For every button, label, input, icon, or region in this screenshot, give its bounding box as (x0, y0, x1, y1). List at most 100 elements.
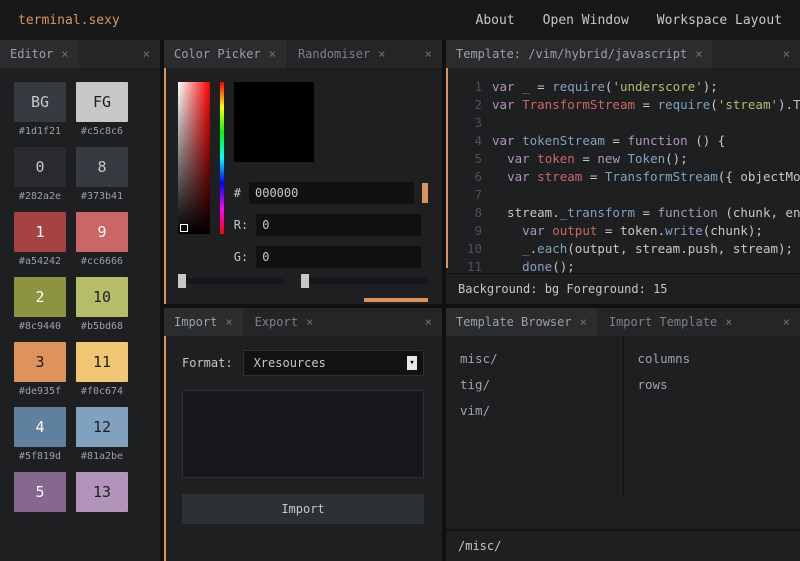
swatch-cell[interactable]: 0 #282a2e (14, 147, 66, 202)
template-tab[interactable]: Template: /vim/hybrid/javascript × (446, 40, 712, 68)
close-icon[interactable]: × (725, 315, 732, 329)
swatch-hex: #373b41 (81, 191, 123, 202)
swatch-cell[interactable]: 5 (14, 472, 66, 516)
nav: About Open Window Workspace Layout (476, 13, 782, 28)
hue-slider[interactable] (220, 82, 223, 234)
swatch: 3 (14, 342, 66, 382)
r-label: R: (234, 218, 248, 232)
swatch-hex: #8c9440 (19, 321, 61, 332)
template-tab-label: Template: /vim/hybrid/javascript (456, 47, 687, 61)
swatch: 11 (76, 342, 128, 382)
swatch: 0 (14, 147, 66, 187)
browser-panel: Template Browser × Import Template × × m… (446, 308, 800, 561)
swatch-grid: BG#1d1f21FG#c5c8c60 #282a2e 8#373b411#a542… (0, 68, 160, 530)
hex-input[interactable] (249, 182, 414, 204)
swatch: 4 (14, 407, 66, 447)
swatch-cell[interactable]: 3 #de935f (14, 342, 66, 397)
brand: terminal.sexy (18, 13, 120, 28)
nav-about[interactable]: About (476, 13, 515, 28)
swatch: 1 (14, 212, 66, 252)
export-tab[interactable]: Export × (245, 308, 324, 336)
format-label: Format: (182, 356, 233, 370)
swatch-hex: #f0c674 (81, 386, 123, 397)
chevron-down-icon: ▾ (407, 356, 417, 370)
import-tab[interactable]: Import × (164, 308, 243, 336)
close-icon[interactable]: × (425, 47, 432, 61)
close-icon[interactable]: × (306, 315, 313, 329)
swatch-hex: #de935f (19, 386, 61, 397)
browser-path: /misc/ (446, 529, 800, 561)
close-icon[interactable]: × (783, 47, 790, 61)
randomiser-tab[interactable]: Randomiser × (288, 40, 395, 68)
template-browser-tab[interactable]: Template Browser × (446, 308, 597, 336)
accent-bar (422, 183, 428, 203)
format-select[interactable]: Xresources ▾ (243, 350, 424, 376)
code-viewer: 1var _ = require('underscore'); 2var Tra… (446, 68, 800, 276)
close-icon[interactable]: × (580, 315, 587, 329)
swatch-cell[interactable]: 4 #5f819d (14, 407, 66, 462)
list-item[interactable]: rows (638, 372, 787, 398)
editor-tab[interactable]: Editor × (0, 40, 79, 68)
swatch-hex: #81a2be (81, 451, 123, 462)
r-input[interactable] (256, 214, 421, 236)
swatch-cell[interactable]: 1#a54242 (14, 212, 66, 267)
swatch-cell[interactable]: 8#373b41 (76, 147, 128, 202)
swatch: 12 (76, 407, 128, 447)
saturation-picker[interactable] (178, 82, 210, 234)
export-tab-label: Export (255, 315, 298, 329)
close-icon[interactable]: × (378, 47, 385, 61)
picker-tabbar: Color Picker × Randomiser × × (164, 40, 442, 68)
close-icon[interactable]: × (695, 47, 702, 61)
swatch-cell[interactable]: 13 (76, 472, 128, 516)
app-header: terminal.sexy About Open Window Workspac… (0, 0, 800, 40)
browser-col-right: columnsrows (623, 336, 800, 496)
swatch-hex: #5f819d (19, 451, 61, 462)
list-item[interactable]: columns (638, 346, 787, 372)
list-item[interactable]: vim/ (460, 398, 609, 424)
close-icon[interactable]: × (143, 47, 150, 61)
close-icon[interactable]: × (61, 47, 68, 61)
list-item[interactable]: misc/ (460, 346, 609, 372)
swatch-hex: #b5bd68 (81, 321, 123, 332)
picker-tab-label: Color Picker (174, 47, 261, 61)
close-icon[interactable]: × (269, 47, 276, 61)
import-button-label: Import (281, 502, 324, 516)
swatch-cell[interactable]: BG#1d1f21 (14, 82, 66, 137)
g-input[interactable] (256, 246, 421, 268)
import-button[interactable]: Import (182, 494, 424, 524)
close-icon[interactable]: × (425, 315, 432, 329)
swatch-cell[interactable]: 9#cc6666 (76, 212, 128, 267)
color-picker-panel: Color Picker × Randomiser × × # R: (164, 40, 442, 304)
browser-tabbar: Template Browser × Import Template × × (446, 308, 800, 336)
swatch-cell[interactable]: 11 #f0c674 (76, 342, 128, 397)
close-icon[interactable]: × (225, 315, 232, 329)
randomiser-tab-label: Randomiser (298, 47, 370, 61)
swatch: 5 (14, 472, 66, 512)
swatch-cell[interactable]: 12 #81a2be (76, 407, 128, 462)
import-template-tab-label: Import Template (609, 315, 717, 329)
editor-tab-label: Editor (10, 47, 53, 61)
swatch: 2 (14, 277, 66, 317)
import-tab-label: Import (174, 315, 217, 329)
import-template-tab[interactable]: Import Template × (599, 308, 743, 336)
swatch-cell[interactable]: FG#c5c8c6 (76, 82, 128, 137)
swatch-cell[interactable]: 2 #8c9440 (14, 277, 66, 332)
swatch-cell[interactable]: 10#b5bd68 (76, 277, 128, 332)
nav-workspace-layout[interactable]: Workspace Layout (657, 13, 782, 28)
swatch: 13 (76, 472, 128, 512)
swatch-hex: #282a2e (19, 191, 61, 202)
import-textarea[interactable] (182, 390, 424, 478)
swatch: BG (14, 82, 66, 122)
browser-col-left: misc/tig/vim/ (446, 336, 623, 496)
slider-1[interactable] (178, 278, 283, 284)
list-item[interactable]: tig/ (460, 372, 609, 398)
editor-tabbar: Editor × × (0, 40, 160, 68)
swatch-hex: #cc6666 (81, 256, 123, 267)
color-picker-tab[interactable]: Color Picker × (164, 40, 286, 68)
swatch-hex: #c5c8c6 (81, 126, 123, 137)
nav-open-window[interactable]: Open Window (543, 13, 629, 28)
browser-tab-label: Template Browser (456, 315, 572, 329)
close-icon[interactable]: × (783, 315, 790, 329)
slider-2[interactable] (301, 278, 428, 284)
template-panel: Template: /vim/hybrid/javascript × × 1va… (446, 40, 800, 304)
